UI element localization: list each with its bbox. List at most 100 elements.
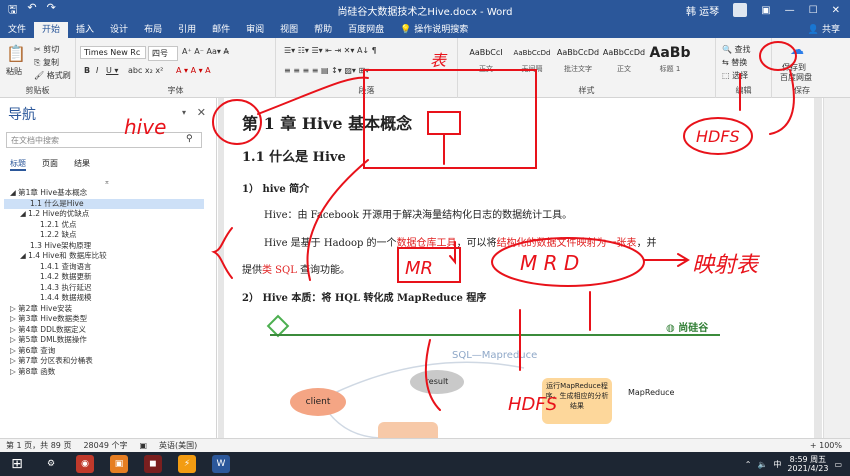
find-button[interactable]: 🔍 查找 — [722, 44, 751, 55]
replace-button[interactable]: ⇆ 替换 — [722, 57, 747, 68]
nav-heading-item[interactable]: ▷ 第3章 Hive数据类型 — [4, 314, 204, 325]
windows-start-icon[interactable]: ⊞ — [8, 455, 26, 473]
nav-heading-item[interactable]: 1.3 Hive架构原理 — [4, 241, 204, 252]
select-button[interactable]: ⬚ 选择 — [722, 70, 748, 81]
italic-button[interactable]: I — [96, 66, 98, 75]
nav-heading-item[interactable]: 1.2.2 缺点 — [4, 230, 204, 241]
chevron-down-icon[interactable]: ▾ — [182, 108, 186, 117]
underline-button[interactable]: U ▾ — [106, 66, 118, 75]
tab-home[interactable]: 开始 — [34, 22, 69, 38]
style-heading-1[interactable]: AaBb 标题 1 — [648, 42, 692, 80]
tab-design[interactable]: 设计 — [102, 22, 136, 38]
ime-indicator[interactable]: 中 — [773, 459, 781, 470]
user-name[interactable]: 韩 运琴 — [686, 3, 719, 18]
close-icon[interactable]: ✕ — [197, 106, 206, 119]
nav-heading-item[interactable]: ▷ 第6章 查询 — [4, 346, 204, 357]
format-painter-button[interactable]: 🖌 格式刷 — [34, 70, 71, 81]
strikethrough-button[interactable]: abc x₂ x² — [128, 66, 163, 75]
save-icon[interactable]: 🖫 — [8, 1, 17, 20]
app-icon-yellow[interactable]: ⚡ — [178, 455, 196, 473]
nav-heading-item[interactable]: 1.4.3 执行延迟 — [4, 283, 204, 294]
paste-icon[interactable]: 📋 — [6, 44, 26, 63]
nav-heading-item[interactable]: ▷ 第7章 分区表和分桶表 — [4, 356, 204, 367]
app-icon-red[interactable]: ◉ — [76, 455, 94, 473]
nav-search-input[interactable]: 在文档中搜索 — [6, 132, 202, 148]
font-family-select[interactable]: Times New Rc — [80, 46, 146, 59]
vertical-scrollbar[interactable] — [823, 98, 850, 438]
share-button[interactable]: 👤 共享 — [808, 22, 850, 38]
tab-view[interactable]: 视图 — [272, 22, 306, 38]
nav-heading-item[interactable]: ◢ 第1章 Hive基本概念 — [4, 188, 204, 199]
nav-heading-item[interactable]: 1.4.4 数据规模 — [4, 293, 204, 304]
app-icon-orange[interactable]: ▣ — [110, 455, 128, 473]
nav-heading-item[interactable]: 1.1 什么是Hive — [4, 198, 204, 209]
nav-heading-item[interactable]: ▷ 第2章 Hive安装 — [4, 304, 204, 315]
highlight-warehouse: 数据仓库工具 — [396, 238, 457, 249]
tab-layout[interactable]: 布局 — [136, 22, 170, 38]
font-group: Times New Rc 四号 A⁺ A⁻ Aa▾ A̶ B I U ▾ abc… — [76, 38, 276, 98]
word-app-icon[interactable]: W — [212, 455, 230, 473]
tab-insert[interactable]: 插入 — [68, 22, 102, 38]
tab-baidu[interactable]: 百度网盘 — [340, 22, 392, 38]
bullets-button[interactable]: ☰▾ ☷▾ ☰▾ ⇤ ⇥ ✕▾ A↓ ¶ — [284, 46, 377, 55]
language[interactable]: 英语(美国) — [159, 440, 197, 451]
grow-font-button[interactable]: A⁺ A⁻ Aa▾ A̶ — [182, 47, 229, 56]
copy-button[interactable]: ⎘ 复制 — [34, 57, 59, 68]
speaker-icon[interactable]: 🔈 — [757, 460, 767, 469]
nav-tab-pages[interactable]: 页面 — [42, 158, 58, 171]
tab-mailings[interactable]: 邮件 — [204, 22, 238, 38]
header-divider — [270, 334, 720, 336]
notification-icon[interactable]: ▭ — [834, 460, 842, 469]
search-icon[interactable]: ⚲ — [186, 134, 193, 144]
cut-button[interactable]: ✂ 剪切 — [34, 44, 59, 55]
document-page[interactable]: 第 1 章 Hive 基本概念 1.1 什么是 Hive 1） hive 简介 … — [224, 98, 814, 438]
style-comment-text[interactable]: AaBbCcDd 批注文字 — [556, 42, 600, 80]
font-color-button[interactable]: A ▾ A ▾ A — [176, 66, 211, 75]
zoom-level[interactable]: + 100% — [810, 441, 850, 450]
para-hadoop: Hive 是基于 Hadoop 的一个数据仓库工具，可以将结构化的数据文件映射为… — [264, 234, 657, 249]
settings-icon[interactable]: ⚙ — [42, 455, 60, 473]
highlight-sql: 类 SQL — [262, 265, 297, 276]
undo-icon[interactable]: ↶ — [27, 1, 36, 20]
redo-icon[interactable]: ↷ — [47, 1, 56, 20]
proofing-icon[interactable]: ▣ — [139, 441, 147, 450]
nav-heading-item[interactable]: 1.4.1 查询语言 — [4, 262, 204, 273]
nav-heading-item[interactable]: ▷ 第8章 函数 — [4, 367, 204, 378]
clock[interactable]: 8:59 周五 2021/4/23 — [787, 455, 828, 473]
tab-references[interactable]: 引用 — [170, 22, 204, 38]
font-size-select[interactable]: 四号 — [148, 46, 178, 61]
tray-chevron-icon[interactable]: ⌃ — [745, 460, 752, 469]
align-buttons[interactable]: ≡ ≡ ≡ ≡ ▤ ↕▾ ▨▾ ⊞▾ — [284, 66, 369, 75]
paste-button[interactable]: 粘贴 — [6, 66, 22, 77]
word-count[interactable]: 28049 个字 — [83, 440, 127, 451]
nav-heading-item[interactable]: 1.2.1 优点 — [4, 220, 204, 231]
cloud-icon[interactable]: ☁ — [790, 42, 804, 58]
tell-me-search[interactable]: 💡 操作说明搜索 — [392, 22, 476, 38]
nav-heading-item[interactable]: 1.4.2 数据更新 — [4, 272, 204, 283]
avatar[interactable] — [733, 3, 748, 17]
style-no-spacing[interactable]: AaBbCcDd 无间隔 — [510, 42, 554, 80]
maximize-button[interactable]: ☐ — [809, 5, 818, 16]
save-group-label: 保存 — [794, 86, 810, 95]
tab-review[interactable]: 审阅 — [238, 22, 272, 38]
page-count[interactable]: 第 1 页，共 89 页 — [6, 440, 71, 451]
nav-heading-item[interactable]: ▷ 第4章 DDL数据定义 — [4, 325, 204, 336]
style-normal[interactable]: AaBbCcI 正文 — [464, 42, 508, 80]
bold-button[interactable]: B — [84, 66, 90, 75]
style-preview: AaBbCcI — [469, 48, 503, 57]
tab-help[interactable]: 帮助 — [306, 22, 340, 38]
client-node: client — [290, 388, 346, 416]
baidu-pan-label[interactable]: 百度网盘 — [780, 72, 812, 83]
nav-tab-headings[interactable]: 标题 — [10, 158, 26, 171]
ribbon-display-icon[interactable]: ▣ — [761, 5, 770, 16]
nav-tab-results[interactable]: 结果 — [74, 158, 90, 171]
style-body[interactable]: AaBbCcDd 正文 — [602, 42, 646, 80]
close-button[interactable]: ✕ — [832, 5, 840, 16]
collapse-icon[interactable]: ⌅ — [104, 178, 110, 186]
tab-file[interactable]: 文件 — [0, 22, 34, 38]
nav-heading-item[interactable]: ◢ 1.2 Hive的优缺点 — [4, 209, 204, 220]
nav-heading-item[interactable]: ▷ 第5章 DML数据操作 — [4, 335, 204, 346]
minimize-button[interactable]: — — [785, 5, 795, 16]
app-icon-dark[interactable]: ◼ — [144, 455, 162, 473]
nav-heading-item[interactable]: ◢ 1.4 Hive和 数据库比较 — [4, 251, 204, 262]
